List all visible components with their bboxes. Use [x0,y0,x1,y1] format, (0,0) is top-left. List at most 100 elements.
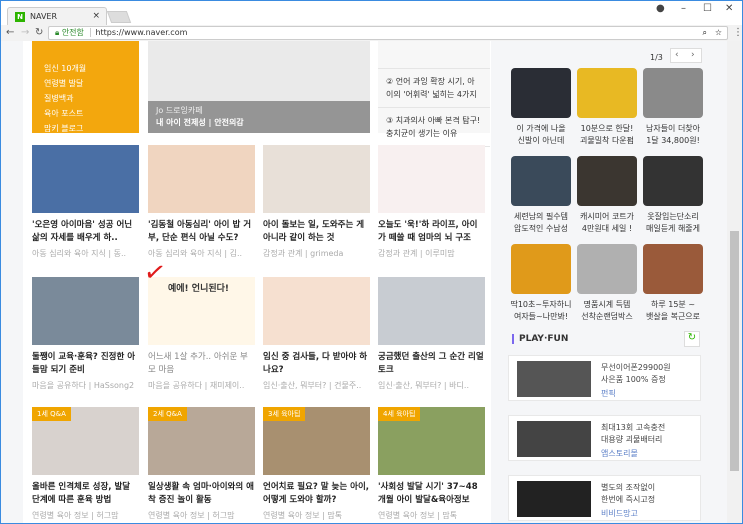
article-card[interactable]: 3세 육아팁 언어치료 필요? 말 늦는 아이, 어떻게 도와야 할까? 연령별… [263,407,370,521]
product-line1: 세련남의 필수템 [513,212,569,221]
menu-link[interactable]: 연령별 발달 [44,76,94,91]
product-line2: 괴물밀착 다운펌 [579,136,635,145]
url-input[interactable]: 🔒︎ 안전함 https://www.naver.com ⌕ ☆ [48,26,728,40]
playfun-item[interactable]: 무선이어폰29900원 사은품 100% 증정 펀픽 [508,355,701,401]
article-thumbnail: 1세 Q&A [32,407,139,475]
list-item[interactable] [378,41,490,69]
menu-link[interactable]: 맘키 블로그 [44,121,94,136]
playfun-line2: 사은품 100% 증정 [601,375,666,384]
article-card[interactable]: 오늘도 '욱!'하 라이프, 아이가 떼쓸 때 엄마의 뇌 구조 감정과 관계 … [378,145,485,259]
article-title[interactable]: '사회성 발달 시기' 37~48개월 아이 발달&육아정보 [378,481,485,507]
shop-item[interactable]: 캐시미어 코트가 4만원대 세일 ! [574,156,640,235]
article-thumbnail [378,145,485,213]
article-thumbnail [32,145,139,213]
product-line2: 신발이 아닌데 [517,136,565,145]
playfun-item[interactable]: 최대13회 고속충전 대용량 괴물배터리 앱스토리몰 [508,415,701,461]
article-thumbnail: 4세 육아팁 [378,407,485,475]
article-meta: 마음을 공유하다 | HaSsong2 [32,381,135,390]
featured-article[interactable]: Jo 드로잉카페 내 아이 전제성 | 안전의감 [148,41,370,133]
pager-buttons: ‹ › [670,48,702,63]
product-image [643,244,703,294]
product-image [511,68,571,118]
playfun-link[interactable]: 앱스토리몰 [601,448,638,459]
article-title[interactable]: 올바른 인격체로 성장, 발달 단계에 따른 훈육 방법 [32,481,139,507]
scrollbar-thumb[interactable] [730,231,739,471]
product-image [577,244,637,294]
article-title[interactable]: 언어치료 필요? 말 늦는 아이, 어떻게 도와야 할까? [263,481,370,507]
article-title[interactable]: 어느새 1살 추가.. 아쉬운 부모 마음 [148,351,255,377]
article-title[interactable]: '오은영 아이마음' 성공 어닌 삶의 자세를 배우게 하.. [32,219,139,245]
article-card[interactable]: 둘쨍이 교육·훈육? 진정한 아들맘 되기 준비 마음을 공유하다 | HaSs… [32,277,139,391]
article-thumbnail: 예에! 언니된다! [148,277,255,345]
playfun-link[interactable]: 비비드망고 [601,508,638,519]
menu-link[interactable]: 임신 10개월 [44,61,94,76]
article-meta: 연령별 육아 정보 | 맘톡 [263,511,343,520]
article-card[interactable]: '김동철 아동심리' 아이 밥 거부, 단순 편식 아닐 수도? 아동 심리와 … [148,145,255,259]
article-title[interactable]: 둘쨍이 교육·훈육? 진정한 아들맘 되기 준비 [32,351,139,377]
shop-item[interactable]: 10분으로 한달! 괴물밀착 다운펌 [574,68,640,147]
maximize-button[interactable]: ☐ [703,3,712,14]
bookmark-star-icon[interactable]: ☆ [715,27,722,39]
article-meta: 임신·출산, 뭐부터? | 건물주.. [263,381,362,390]
article-title[interactable]: 아이 돌보는 일, 도와주는 게 아니라 같이 하는 것 [263,219,370,245]
shop-pager: 1/3 [650,53,663,62]
tab-strip: N NAVER × ● – ☐ ✕ [1,1,742,25]
article-title[interactable]: 궁금했던 출산의 그 순간 리얼토크 [378,351,485,377]
article-title[interactable]: '김동철 아동심리' 아이 밥 거부, 단순 편식 아닐 수도? [148,219,255,245]
playfun-line2: 한번에 즉시고정 [601,495,656,504]
article-card[interactable]: 4세 육아팁 '사회성 발달 시기' 37~48개월 아이 발달&육아정보 연령… [378,407,485,521]
menu-link[interactable]: 육아 포스트 [44,106,94,121]
product-image [577,68,637,118]
article-card[interactable]: 2세 Q&A 일상생활 속 엄마·아이와의 애착 증진 놀이 활동 연령별 육아… [148,407,255,521]
shop-item[interactable]: 하루 15분 ~ 뱃살을 복근으로 [640,244,706,323]
article-card[interactable]: 궁금했던 출산의 그 순간 리얼토크 임신·출산, 뭐부터? | 바디.. [378,277,485,391]
article-title[interactable]: 오늘도 '욱!'하 라이프, 아이가 떼쓸 때 엄마의 뇌 구조 [378,219,485,245]
close-window-button[interactable]: ✕ [725,3,733,14]
forward-icon[interactable]: → [21,27,29,38]
article-card[interactable]: 1세 Q&A 올바른 인격체로 성장, 발달 단계에 따른 훈육 방법 연령별 … [32,407,139,521]
secure-label: 안전함 [61,28,84,37]
shop-item[interactable]: 딱10초~투자하니 여자들~나만봐! [508,244,574,323]
product-line2: 4만원대 세일 ! [581,224,633,233]
list-item[interactable]: ② 언어 과잉 확장 시기, 아이의 '어휘력' 넓히는 4가지 [378,69,490,108]
article-card[interactable]: 예에! 언니된다! 어느새 1살 추가.. 아쉬운 부모 마음 마음을 공유하다… [148,277,255,391]
zoom-icon[interactable]: ⌕ [703,27,707,39]
product-line1: 딱10초~투자하니 [510,300,572,309]
profile-icon[interactable]: ● [656,3,665,14]
playfun-link[interactable]: 펀픽 [601,388,616,399]
article-card[interactable]: 아이 돌보는 일, 도와주는 게 아니라 같이 하는 것 감정과 관계 | gr… [263,145,370,259]
playfun-item[interactable]: 별도의 조작없이한번에 즉시고정 비비드망고 [508,475,701,521]
next-icon[interactable]: › [691,50,695,60]
menu-icon[interactable]: ⋮ [733,27,743,38]
minimize-button[interactable]: – [681,3,686,14]
article-card[interactable]: '오은영 아이마음' 성공 어닌 삶의 자세를 배우게 하.. 아동 심리와 육… [32,145,139,259]
prev-icon[interactable]: ‹ [675,50,679,60]
naver-favicon-icon: N [15,12,25,22]
article-meta: 감정과 관계 | 이루미맘 [378,249,455,258]
article-title[interactable]: 일상생활 속 엄마·아이와의 애착 증진 놀이 활동 [148,481,255,507]
shop-item[interactable]: 옷잘입는단소리 매일듣게 해줄게 [640,156,706,235]
age-badge: 2세 Q&A [148,407,187,421]
back-icon[interactable]: ← [6,27,14,38]
product-image [511,244,571,294]
scrollbar[interactable] [727,41,742,523]
product-line1: 명품시계 득템 [583,300,631,309]
tab-naver[interactable]: N NAVER × [7,7,107,25]
menu-link[interactable]: 질병백과 [44,91,94,106]
age-badge: 4세 육아팁 [378,407,421,421]
reload-icon[interactable]: ↻ [35,27,43,38]
close-tab-icon[interactable]: × [92,11,100,21]
playfun-line1: 별도의 조작없이 [601,483,656,492]
shop-item[interactable]: 세련남의 필수템 압도적인 수납성 [508,156,574,235]
article-title[interactable]: 임신 중 검사들, 다 받아야 하나요? [263,351,370,377]
shop-item[interactable]: 명품시계 득템 선착순랜덤박스 [574,244,640,323]
list-item[interactable]: ③ 치과의사 아빠 본격 탐구! 충치균이 생기는 이유 [378,108,490,147]
shop-item[interactable]: 남자들이 더찾아 1달 34,800원! [640,68,706,147]
url-text: https://www.naver.com [90,28,188,37]
refresh-icon[interactable]: ↻ [684,331,700,347]
main-column: 임신 10개월연령별 발달 질병백과육아 포스트 맘키 블로그키즈 윈도 Jo … [23,41,491,523]
shop-item[interactable]: 이 가격에 나올 신발이 아닌데 [508,68,574,147]
featured-source: Jo 드로잉카페 [156,106,203,115]
new-tab-button[interactable] [106,11,132,23]
article-card[interactable]: 임신 중 검사들, 다 받아야 하나요? 임신·출산, 뭐부터? | 건물주.. [263,277,370,391]
